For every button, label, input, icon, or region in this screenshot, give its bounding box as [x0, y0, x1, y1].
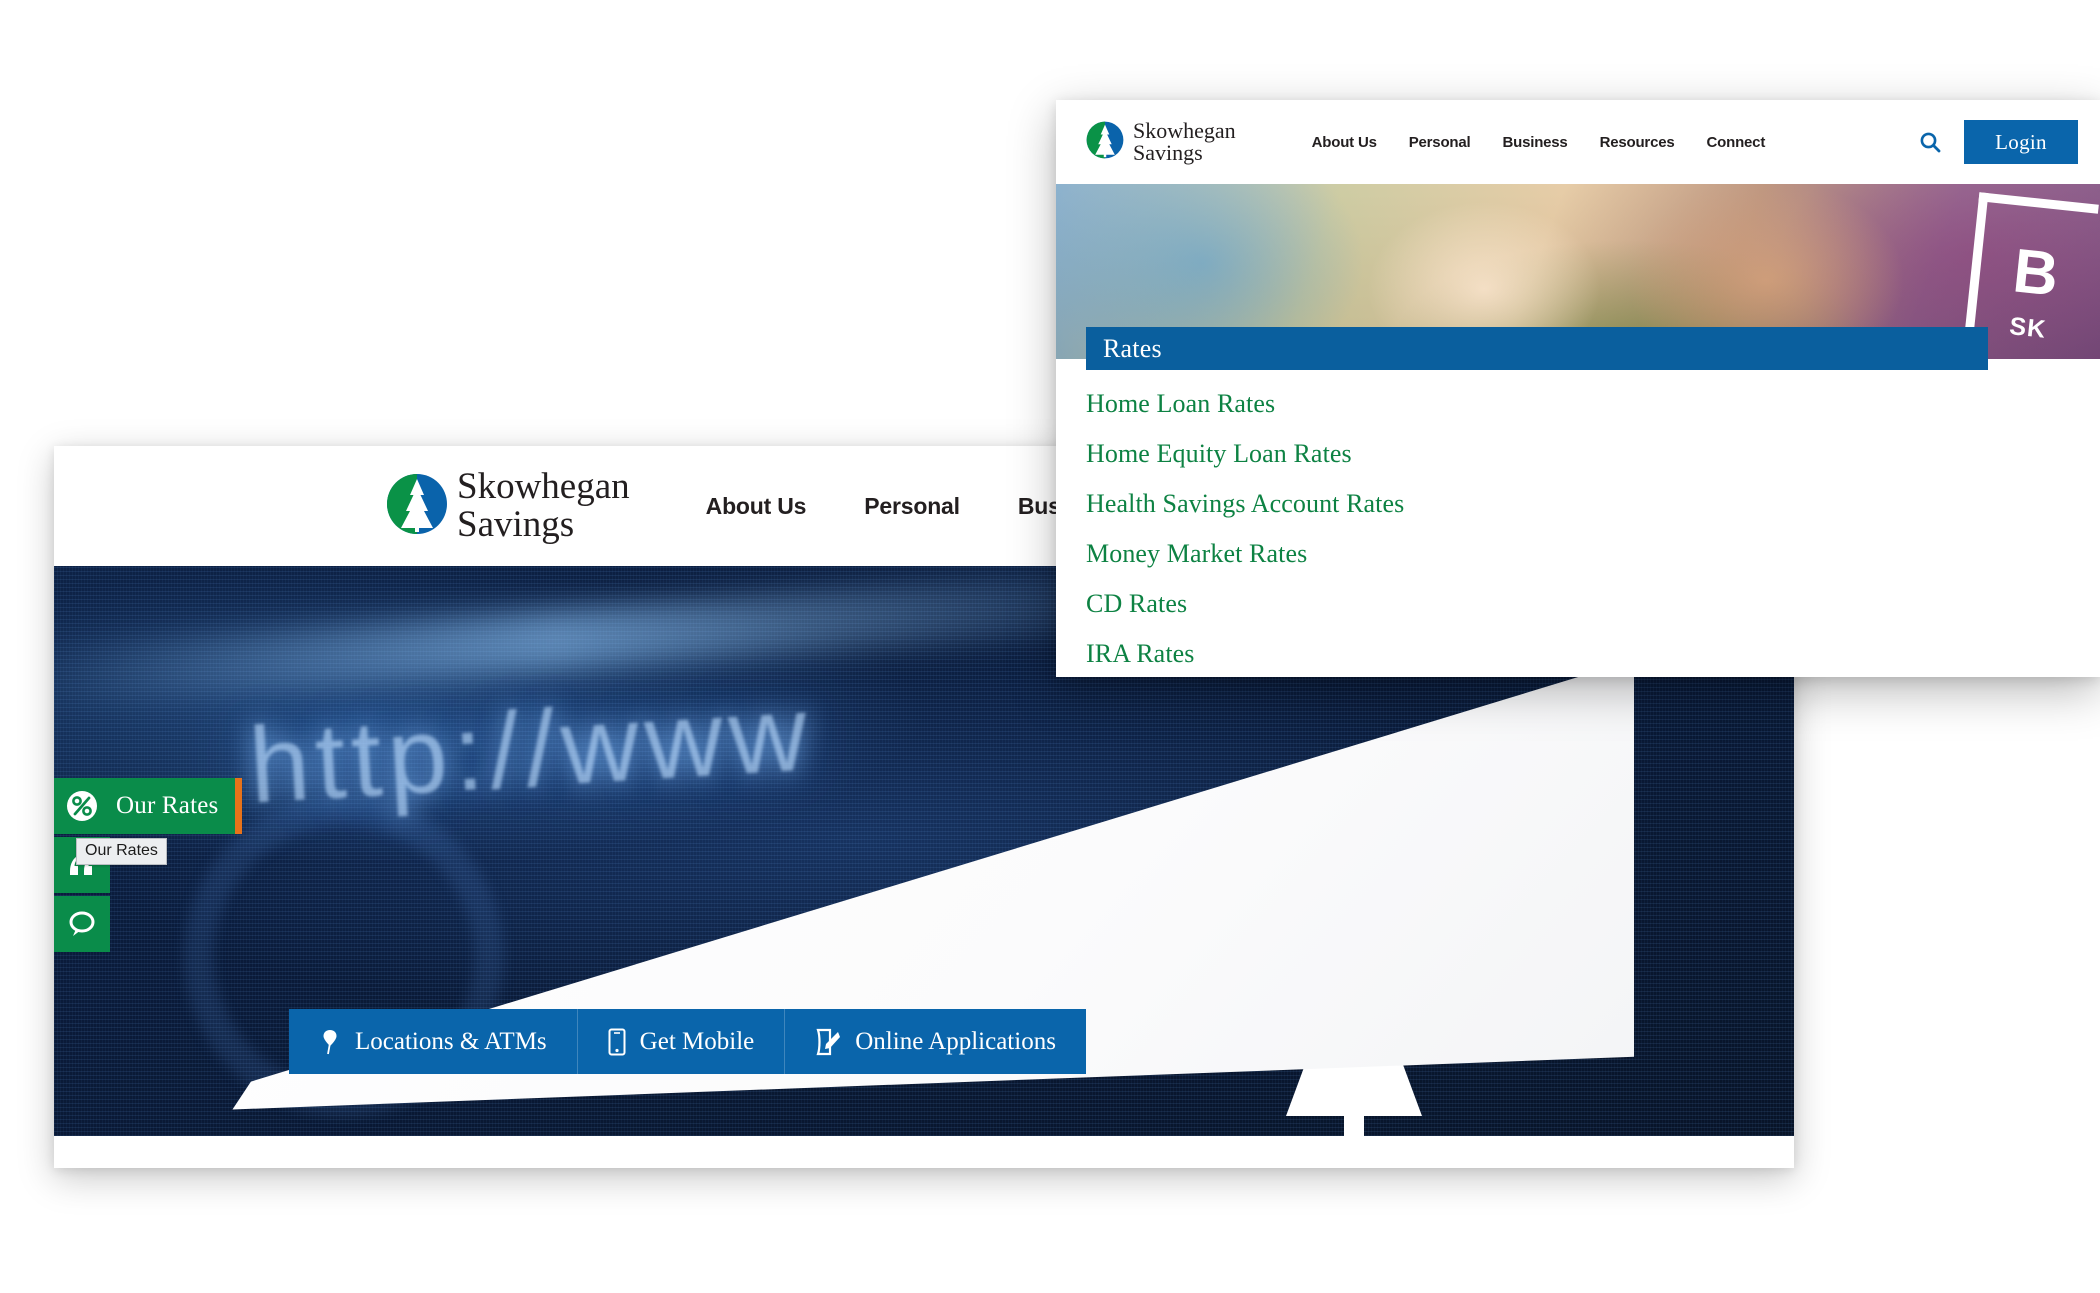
document-pen-icon	[815, 1028, 841, 1056]
mobile-phone-icon	[608, 1028, 626, 1056]
logo-line-1: Skowhegan	[1133, 117, 1236, 143]
rates-link-cd[interactable]: CD Rates	[1086, 589, 2100, 619]
quick-link-get-mobile-label: Get Mobile	[639, 1027, 755, 1055]
rates-link-home-equity-loan[interactable]: Home Equity Loan Rates	[1086, 439, 2100, 469]
nav-item-about-us[interactable]: About Us	[1312, 134, 1377, 151]
quick-link-online-applications[interactable]: Online Applications	[784, 1009, 1086, 1074]
rates-link-ira[interactable]: IRA Rates	[1086, 639, 2100, 669]
skowhegan-tree-logo-icon	[1086, 121, 1124, 164]
rail-accent-bar	[235, 778, 242, 834]
logo-line-2: Savings	[457, 504, 575, 545]
quick-link-locations-atms-label: Locations & ATMs	[355, 1027, 547, 1055]
login-button[interactable]: Login	[1964, 120, 2078, 164]
search-icon[interactable]	[1918, 130, 1942, 154]
quick-action-rail[interactable]: Our Rates Our Rates	[54, 778, 242, 952]
percent-icon	[54, 778, 110, 834]
nav-item-personal[interactable]: Personal	[864, 493, 960, 520]
nav-item-personal[interactable]: Personal	[1409, 134, 1471, 151]
photo-sign-subtext: SK	[2008, 312, 2048, 344]
quick-links-bar[interactable]: Locations & ATMs Get Mobile Online Appli…	[289, 1009, 1086, 1074]
header-actions: Login	[1918, 120, 2078, 164]
photo-sign-letter: B	[2009, 236, 2062, 310]
logo-line-1: Skowhegan	[457, 466, 630, 508]
front-site-header: Skowhegan Savings About Us Personal Busi…	[1056, 100, 2100, 184]
front-main-nav[interactable]: About Us Personal Business Resources Con…	[1312, 134, 1766, 151]
rates-link-home-loan[interactable]: Home Loan Rates	[1086, 389, 2100, 419]
logo[interactable]: Skowhegan Savings	[386, 468, 630, 543]
rail-item-chat[interactable]	[54, 896, 110, 952]
nav-item-business[interactable]: Business	[1502, 134, 1567, 151]
skowhegan-tree-logo-icon	[386, 473, 448, 540]
page-title: Rates	[1103, 333, 1162, 363]
logo-wordmark: Skowhegan Savings	[457, 468, 630, 543]
logo[interactable]: Skowhegan Savings	[1086, 117, 1236, 165]
front-browser-window[interactable]: Skowhegan Savings About Us Personal Busi…	[1056, 100, 2100, 677]
rates-link-money-market[interactable]: Money Market Rates	[1086, 539, 2100, 569]
rates-header-bar: Rates	[1086, 327, 1988, 370]
map-pin-icon	[319, 1029, 341, 1055]
quick-link-locations-atms[interactable]: Locations & ATMs	[289, 1009, 577, 1074]
rail-tooltip: Our Rates	[76, 838, 167, 865]
rates-content-panel: Rates Home Loan Rates Home Equity Loan R…	[1056, 327, 2100, 677]
quick-link-get-mobile[interactable]: Get Mobile	[576, 1009, 785, 1074]
rates-link-health-savings-account[interactable]: Health Savings Account Rates	[1086, 489, 2100, 519]
pine-tree-icon	[1264, 816, 1444, 1136]
rates-link-list[interactable]: Home Loan Rates Home Equity Loan Rates H…	[1056, 359, 2100, 669]
hero-url-text: http://www	[245, 671, 817, 826]
logo-wordmark: Skowhegan Savings	[1133, 117, 1236, 165]
nav-item-resources[interactable]: Resources	[1600, 134, 1675, 151]
rail-item-our-rates-label: Our Rates	[116, 792, 219, 819]
nav-item-about-us[interactable]: About Us	[706, 493, 807, 520]
hero-light-streak	[54, 566, 1215, 708]
chat-bubble-icon	[54, 896, 110, 952]
back-window-footer-strip	[54, 1136, 1794, 1168]
quick-link-online-applications-label: Online Applications	[855, 1027, 1056, 1055]
rail-item-our-rates[interactable]: Our Rates	[54, 778, 242, 834]
nav-item-connect[interactable]: Connect	[1707, 134, 1766, 151]
logo-line-2: Savings	[1133, 140, 1203, 165]
